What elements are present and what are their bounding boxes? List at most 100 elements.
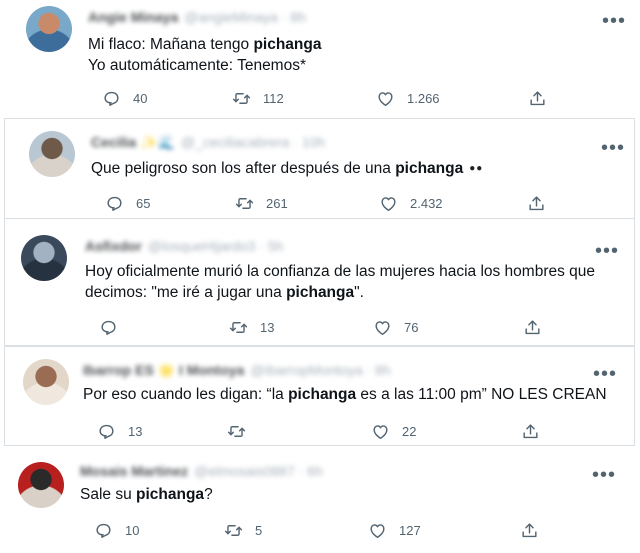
tweet-text-line: Mi flaco: Mañana tengo pichanga bbox=[88, 34, 321, 55]
text-segment: ". bbox=[354, 284, 364, 301]
text-segment: decimos: "me iré a jugar una bbox=[85, 284, 287, 301]
reply-button[interactable]: 40 bbox=[90, 87, 147, 109]
author-handle[interactable]: @_ceciliacabrera · 10h bbox=[181, 134, 325, 150]
like-button[interactable]: 127 bbox=[356, 519, 421, 541]
author-name[interactable]: Mosais Martinez bbox=[80, 463, 188, 479]
avatar[interactable] bbox=[21, 235, 67, 281]
text-segment: Yo automáticamente: Tenemos* bbox=[88, 57, 306, 74]
highlight-keyword: pichanga bbox=[136, 486, 205, 503]
tweet-text-line: Sale su pichanga? bbox=[80, 484, 213, 505]
share-icon bbox=[521, 422, 540, 441]
retweet-button[interactable]: 13 bbox=[217, 316, 274, 338]
retweet-icon bbox=[227, 422, 246, 441]
avatar[interactable] bbox=[23, 359, 69, 405]
author-name[interactable]: Asfixdor bbox=[85, 238, 142, 254]
retweet-icon bbox=[224, 521, 243, 540]
share-button[interactable] bbox=[509, 420, 540, 442]
author-handle[interactable]: @losqueHijardo3 · 5h bbox=[148, 238, 284, 254]
reply-count: 13 bbox=[128, 423, 143, 439]
retweet-icon bbox=[232, 89, 251, 108]
tweet-card[interactable]: Asfixdor @losqueHijardo3 · 5h ••• Hoy ofici… bbox=[4, 218, 635, 346]
reply-button[interactable]: 13 bbox=[85, 420, 142, 442]
reply-button[interactable]: 10 bbox=[82, 519, 139, 541]
avatar[interactable] bbox=[29, 131, 75, 177]
like-count: 127 bbox=[399, 522, 421, 538]
reply-icon bbox=[94, 521, 113, 540]
reply-icon bbox=[105, 194, 124, 213]
retweet-button[interactable] bbox=[215, 420, 258, 442]
like-count: 22 bbox=[402, 423, 417, 439]
like-count: 76 bbox=[404, 319, 419, 335]
reply-button[interactable] bbox=[87, 316, 130, 338]
tweet-card[interactable]: Ibarrop ES 🌟 I Montoya @IbarropMontoya · … bbox=[4, 346, 635, 446]
more-options-icon[interactable]: ••• bbox=[593, 364, 617, 384]
more-options-icon[interactable]: ••• bbox=[602, 11, 626, 31]
author-handle[interactable]: @elmosais0887 · 6h bbox=[194, 463, 323, 479]
reply-icon bbox=[97, 422, 116, 441]
text-segment: Que peligroso son los after después de u… bbox=[91, 160, 396, 177]
heart-icon bbox=[376, 89, 395, 108]
retweet-button[interactable]: 261 bbox=[223, 192, 288, 214]
retweet-count: 5 bbox=[255, 522, 263, 538]
retweet-button[interactable]: 112 bbox=[220, 87, 284, 109]
tweet-actions: 13 76 bbox=[87, 316, 540, 338]
tweet-header: Asfixdor @losqueHijardo3 · 5h bbox=[85, 238, 283, 254]
text-segment: es a las 11:00 pm” NO LES CREAN bbox=[356, 386, 607, 403]
tweet-text: Sale su pichanga? bbox=[80, 484, 213, 505]
author-handle[interactable]: @angieMinaya · 8h bbox=[184, 9, 306, 25]
highlight-keyword: pichanga bbox=[253, 36, 322, 53]
tweet-text-line: Que peligroso son los after después de u… bbox=[91, 158, 483, 179]
text-segment: Mi flaco: Mañana tengo bbox=[88, 36, 254, 53]
share-button[interactable] bbox=[516, 87, 547, 109]
text-segment: Hoy oficialmente murió la confianza de l… bbox=[85, 263, 596, 280]
tweet-header: Mosais Martinez @elmosais0887 · 6h bbox=[80, 463, 323, 479]
tweet-text-line: Por eso cuando les digan: “la pichanga e… bbox=[83, 384, 607, 405]
tweet-text: Hoy oficialmente murió la confianza de l… bbox=[85, 261, 595, 303]
avatar[interactable] bbox=[18, 462, 64, 508]
like-button[interactable]: 76 bbox=[361, 316, 418, 338]
highlight-keyword: pichanga bbox=[286, 284, 355, 301]
retweet-count: 261 bbox=[266, 195, 288, 211]
author-name[interactable]: Angie Minaya bbox=[88, 9, 178, 25]
share-icon bbox=[528, 89, 547, 108]
like-count: 1.266 bbox=[407, 90, 440, 106]
retweet-icon bbox=[229, 318, 248, 337]
reply-button[interactable]: 65 bbox=[93, 192, 150, 214]
heart-icon bbox=[379, 194, 398, 213]
like-count: 2.432 bbox=[410, 195, 443, 211]
reply-count: 10 bbox=[125, 522, 140, 538]
tweet-text: Por eso cuando les digan: “la pichanga e… bbox=[83, 384, 607, 405]
tweet-header: Ibarrop ES 🌟 I Montoya @IbarropMontoya · … bbox=[83, 362, 391, 379]
retweet-button[interactable]: 5 bbox=[212, 519, 262, 541]
like-button[interactable]: 1.266 bbox=[364, 87, 440, 109]
reply-count: 65 bbox=[136, 195, 151, 211]
heart-icon bbox=[373, 318, 392, 337]
tweet-text: Mi flaco: Mañana tengo pichanga Yo automá… bbox=[88, 34, 321, 76]
like-button[interactable]: 22 bbox=[359, 420, 416, 442]
avatar[interactable] bbox=[26, 6, 72, 52]
heart-icon bbox=[368, 521, 387, 540]
tweet-text-line: Hoy oficialmente murió la confianza de l… bbox=[85, 261, 595, 282]
share-button[interactable] bbox=[515, 192, 546, 214]
tweet-card[interactable]: Cecilia ✨🌊 @_ceciliacabrera · 10h ••• Que p… bbox=[4, 118, 635, 219]
highlight-keyword: pichanga bbox=[288, 386, 357, 403]
author-name[interactable]: Ibarrop ES 🌟 I Montoya bbox=[83, 362, 244, 378]
more-options-icon[interactable]: ••• bbox=[601, 138, 625, 158]
tweet-card[interactable]: Angie Minaya @angieMinaya · 8h ••• Mi flaco… bbox=[0, 0, 640, 120]
share-icon bbox=[523, 318, 542, 337]
like-button[interactable]: 2.432 bbox=[367, 192, 443, 214]
tweet-card[interactable]: Mosais Martinez @elmosais0887 · 6h ••• Sale… bbox=[0, 448, 640, 553]
author-name[interactable]: Cecilia ✨🌊 bbox=[91, 134, 175, 150]
share-button[interactable] bbox=[511, 316, 542, 338]
share-icon bbox=[527, 194, 546, 213]
share-button[interactable] bbox=[508, 519, 539, 541]
retweet-count: 112 bbox=[263, 90, 284, 106]
more-options-icon[interactable]: ••• bbox=[595, 241, 619, 261]
tweet-text: Que peligroso son los after después de u… bbox=[91, 158, 483, 179]
more-options-icon[interactable]: ••• bbox=[592, 465, 616, 485]
retweet-icon bbox=[235, 194, 254, 213]
retweet-count: 13 bbox=[260, 319, 275, 335]
tweet-actions: 10 5 127 bbox=[82, 519, 537, 541]
author-handle[interactable]: @IbarropMontoya · 8h bbox=[250, 362, 390, 378]
tweet-text-line: decimos: "me iré a jugar una pichanga". bbox=[85, 282, 595, 303]
